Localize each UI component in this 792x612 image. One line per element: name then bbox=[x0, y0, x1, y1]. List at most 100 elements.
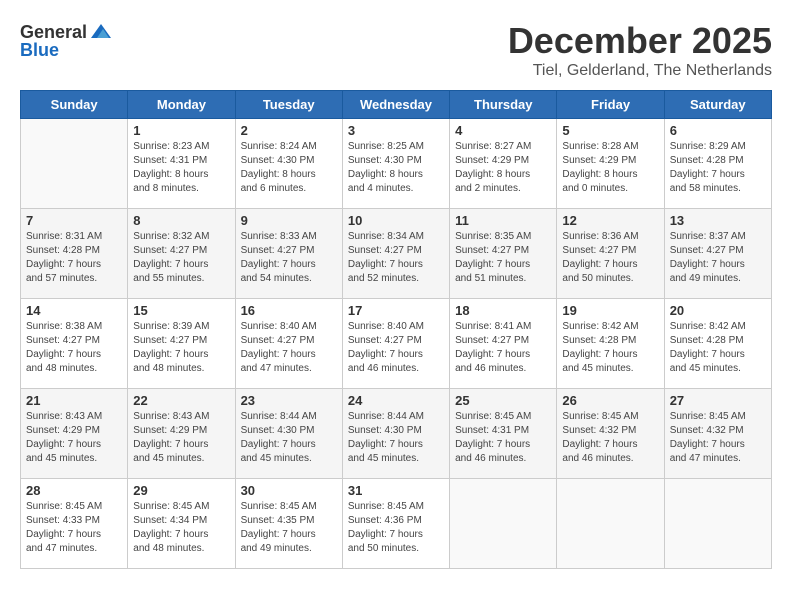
day-info: Sunrise: 8:39 AMSunset: 4:27 PMDaylight:… bbox=[133, 320, 229, 376]
calendar-cell: 29Sunrise: 8:45 AMSunset: 4:34 PMDayligh… bbox=[128, 479, 235, 569]
calendar-cell: 4Sunrise: 8:27 AMSunset: 4:29 PMDaylight… bbox=[450, 119, 557, 209]
day-number: 16 bbox=[241, 303, 337, 318]
day-number: 3 bbox=[348, 123, 444, 138]
day-info: Sunrise: 8:37 AMSunset: 4:27 PMDaylight:… bbox=[670, 230, 766, 286]
day-number: 19 bbox=[562, 303, 658, 318]
day-info: Sunrise: 8:32 AMSunset: 4:27 PMDaylight:… bbox=[133, 230, 229, 286]
day-number: 21 bbox=[26, 393, 122, 408]
calendar-cell: 8 Sunrise: 8:32 AMSunset: 4:27 PMDaylight… bbox=[128, 209, 235, 299]
month-title: December 2025 bbox=[508, 20, 772, 62]
location-title: Tiel, Gelderland, The Netherlands bbox=[508, 62, 772, 80]
calendar-cell: 16 Sunrise: 8:40 AMSunset: 4:27 PMDayligh… bbox=[235, 299, 342, 389]
daylight-hours: Daylight: 7 hours bbox=[348, 349, 423, 360]
day-number: 15 bbox=[133, 303, 229, 318]
day-number: 17 bbox=[348, 303, 444, 318]
day-number: 28 bbox=[26, 483, 122, 498]
calendar-cell: 23Sunrise: 8:44 AMSunset: 4:30 PMDayligh… bbox=[235, 389, 342, 479]
title-area: December 2025 Tiel, Gelderland, The Neth… bbox=[508, 20, 772, 80]
daylight-hours: Daylight: 8 hours bbox=[241, 169, 316, 180]
calendar-table: SundayMondayTuesdayWednesdayThursdayFrid… bbox=[20, 90, 772, 569]
daylight-hours: Daylight: 7 hours bbox=[133, 349, 208, 360]
calendar-cell: 11Sunrise: 8:35 AMSunset: 4:27 PMDayligh… bbox=[450, 209, 557, 299]
calendar-cell: 10Sunrise: 8:34 AMSunset: 4:27 PMDayligh… bbox=[342, 209, 449, 299]
calendar-cell: 13 Sunrise: 8:37 AMSunset: 4:27 PMDayligh… bbox=[664, 209, 771, 299]
daylight-hours: Daylight: 7 hours bbox=[26, 259, 101, 270]
page-header: General Blue December 2025 Tiel, Gelderl… bbox=[20, 20, 772, 80]
calendar-cell: 1 Sunrise: 8:23 AMSunset: 4:31 PMDaylight… bbox=[128, 119, 235, 209]
day-header-friday: Friday bbox=[557, 91, 664, 119]
day-number: 1 bbox=[133, 123, 229, 138]
daylight-hours: Daylight: 7 hours bbox=[348, 259, 423, 270]
day-number: 27 bbox=[670, 393, 766, 408]
calendar-week-row: 1 Sunrise: 8:23 AMSunset: 4:31 PMDaylight… bbox=[21, 119, 772, 209]
calendar-cell: 22Sunrise: 8:43 AMSunset: 4:29 PMDayligh… bbox=[128, 389, 235, 479]
logo-icon bbox=[89, 20, 113, 44]
day-info: Sunrise: 8:41 AMSunset: 4:27 PMDaylight:… bbox=[455, 320, 551, 376]
calendar-week-row: 7Sunrise: 8:31 AMSunset: 4:28 PMDaylight… bbox=[21, 209, 772, 299]
daylight-hours: Daylight: 7 hours bbox=[241, 259, 316, 270]
calendar-cell: 12 Sunrise: 8:36 AMSunset: 4:27 PMDayligh… bbox=[557, 209, 664, 299]
day-number: 12 bbox=[562, 213, 658, 228]
day-info: Sunrise: 8:23 AMSunset: 4:31 PMDaylight:… bbox=[133, 140, 229, 196]
daylight-hours: Daylight: 7 hours bbox=[670, 349, 745, 360]
logo-blue: Blue bbox=[20, 40, 59, 61]
daylight-hours: Daylight: 7 hours bbox=[26, 439, 101, 450]
calendar-cell bbox=[557, 479, 664, 569]
day-info: Sunrise: 8:42 AMSunset: 4:28 PMDaylight:… bbox=[562, 320, 658, 376]
day-header-thursday: Thursday bbox=[450, 91, 557, 119]
day-number: 2 bbox=[241, 123, 337, 138]
calendar-cell: 28Sunrise: 8:45 AMSunset: 4:33 PMDayligh… bbox=[21, 479, 128, 569]
daylight-hours: Daylight: 7 hours bbox=[670, 439, 745, 450]
daylight-hours: Daylight: 7 hours bbox=[562, 349, 637, 360]
calendar-cell: 7Sunrise: 8:31 AMSunset: 4:28 PMDaylight… bbox=[21, 209, 128, 299]
daylight-hours: Daylight: 7 hours bbox=[241, 439, 316, 450]
day-info: Sunrise: 8:34 AMSunset: 4:27 PMDaylight:… bbox=[348, 230, 444, 286]
day-info: Sunrise: 8:42 AMSunset: 4:28 PMDaylight:… bbox=[670, 320, 766, 376]
calendar-cell: 19 Sunrise: 8:42 AMSunset: 4:28 PMDayligh… bbox=[557, 299, 664, 389]
day-info: Sunrise: 8:45 AMSunset: 4:36 PMDaylight:… bbox=[348, 500, 444, 556]
daylight-hours: Daylight: 7 hours bbox=[455, 349, 530, 360]
day-header-monday: Monday bbox=[128, 91, 235, 119]
calendar-cell: 17Sunrise: 8:40 AMSunset: 4:27 PMDayligh… bbox=[342, 299, 449, 389]
day-number: 30 bbox=[241, 483, 337, 498]
calendar-week-row: 21 Sunrise: 8:43 AMSunset: 4:29 PMDayligh… bbox=[21, 389, 772, 479]
day-number: 13 bbox=[670, 213, 766, 228]
day-info: Sunrise: 8:24 AMSunset: 4:30 PMDaylight:… bbox=[241, 140, 337, 196]
day-number: 26 bbox=[562, 393, 658, 408]
calendar-cell bbox=[450, 479, 557, 569]
day-number: 8 bbox=[133, 213, 229, 228]
calendar-cell: 21Sunrise: 8:43 AMSunset: 4:29 PMDayligh… bbox=[21, 389, 128, 479]
daylight-hours: Daylight: 8 hours bbox=[348, 169, 423, 180]
day-number: 31 bbox=[348, 483, 444, 498]
daylight-hours: Daylight: 7 hours bbox=[562, 259, 637, 270]
daylight-hours: Daylight: 7 hours bbox=[133, 529, 208, 540]
calendar-cell: 5Sunrise: 8:28 AMSunset: 4:29 PMDaylight… bbox=[557, 119, 664, 209]
calendar-cell: 20 Sunrise: 8:42 AMSunset: 4:28 PMDayligh… bbox=[664, 299, 771, 389]
calendar-cell: 24Sunrise: 8:44 AMSunset: 4:30 PMDayligh… bbox=[342, 389, 449, 479]
daylight-hours: Daylight: 7 hours bbox=[562, 439, 637, 450]
daylight-hours: Daylight: 7 hours bbox=[670, 259, 745, 270]
day-number: 6 bbox=[670, 123, 766, 138]
day-number: 24 bbox=[348, 393, 444, 408]
day-info: Sunrise: 8:45 AMSunset: 4:32 PMDaylight:… bbox=[670, 410, 766, 466]
day-number: 23 bbox=[241, 393, 337, 408]
calendar-cell: 9Sunrise: 8:33 AMSunset: 4:27 PMDaylight… bbox=[235, 209, 342, 299]
day-header-saturday: Saturday bbox=[664, 91, 771, 119]
calendar-cell: 18Sunrise: 8:41 AMSunset: 4:27 PMDayligh… bbox=[450, 299, 557, 389]
day-info: Sunrise: 8:40 AMSunset: 4:27 PMDaylight:… bbox=[241, 320, 337, 376]
calendar-cell bbox=[21, 119, 128, 209]
day-info: Sunrise: 8:29 AMSunset: 4:28 PMDaylight:… bbox=[670, 140, 766, 196]
calendar-week-row: 28Sunrise: 8:45 AMSunset: 4:33 PMDayligh… bbox=[21, 479, 772, 569]
day-number: 20 bbox=[670, 303, 766, 318]
daylight-hours: Daylight: 7 hours bbox=[133, 259, 208, 270]
day-number: 9 bbox=[241, 213, 337, 228]
day-info: Sunrise: 8:38 AMSunset: 4:27 PMDaylight:… bbox=[26, 320, 122, 376]
day-info: Sunrise: 8:36 AMSunset: 4:27 PMDaylight:… bbox=[562, 230, 658, 286]
daylight-hours: Daylight: 7 hours bbox=[348, 439, 423, 450]
day-number: 14 bbox=[26, 303, 122, 318]
day-info: Sunrise: 8:45 AMSunset: 4:35 PMDaylight:… bbox=[241, 500, 337, 556]
daylight-hours: Daylight: 7 hours bbox=[455, 439, 530, 450]
calendar-cell: 3Sunrise: 8:25 AMSunset: 4:30 PMDaylight… bbox=[342, 119, 449, 209]
day-info: Sunrise: 8:35 AMSunset: 4:27 PMDaylight:… bbox=[455, 230, 551, 286]
day-info: Sunrise: 8:43 AMSunset: 4:29 PMDaylight:… bbox=[133, 410, 229, 466]
